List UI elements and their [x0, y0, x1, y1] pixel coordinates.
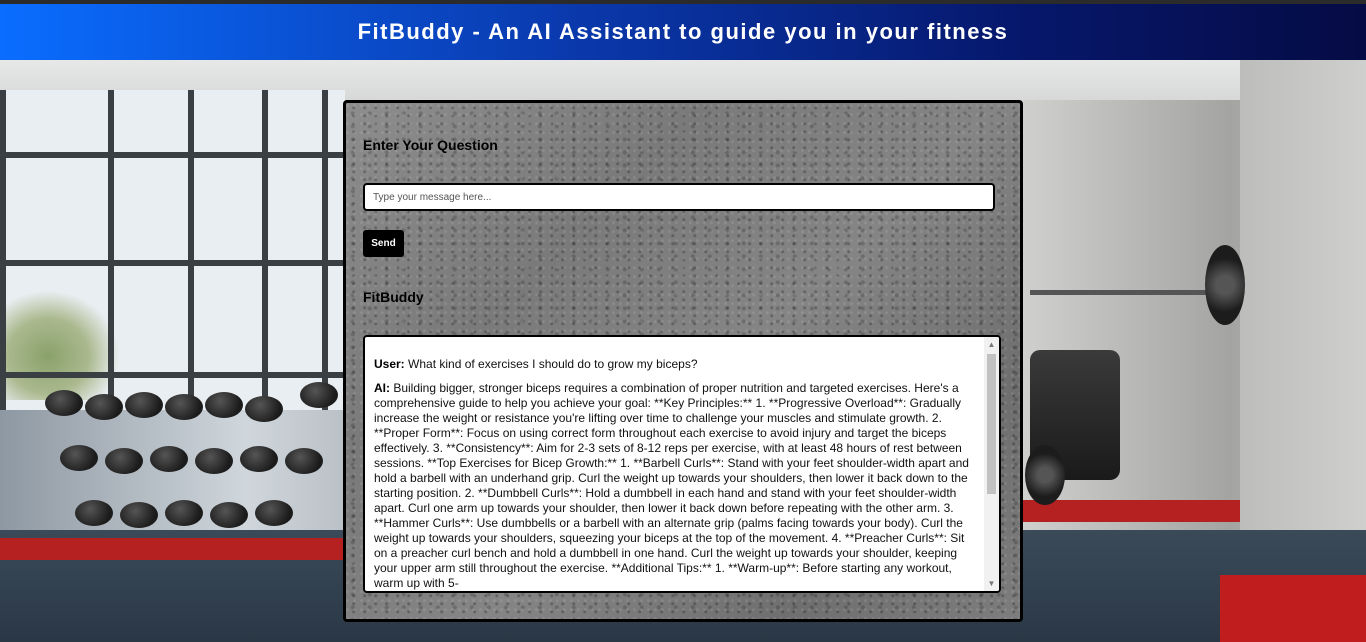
app-title: FitBuddy - An AI Assistant to guide you … [357, 19, 1009, 44]
ai-speaker-label: AI: [374, 381, 390, 395]
scroll-up-arrow-icon[interactable]: ▲ [984, 337, 999, 352]
user-speaker-label: User: [374, 357, 405, 371]
ai-message-text: Building bigger, stronger biceps require… [374, 381, 969, 590]
user-message-text: What kind of exercises I should do to gr… [404, 357, 698, 371]
message-input[interactable] [363, 183, 995, 211]
chat-scrollbar[interactable]: ▲ ▼ [984, 337, 999, 591]
chat-messages: User: What kind of exercises I should do… [374, 357, 980, 591]
scrollbar-thumb[interactable] [987, 354, 996, 494]
user-message: User: What kind of exercises I should do… [374, 357, 980, 372]
chat-history-box[interactable]: User: What kind of exercises I should do… [363, 335, 1001, 593]
app-header: FitBuddy - An AI Assistant to guide you … [0, 4, 1366, 60]
send-button[interactable]: Send [363, 230, 404, 257]
chat-panel: Enter Your Question Send FitBuddy User: … [343, 100, 1023, 622]
chat-title: FitBuddy [363, 289, 424, 305]
ai-message: AI: Building bigger, stronger biceps req… [374, 381, 980, 591]
scroll-down-arrow-icon[interactable]: ▼ [984, 576, 999, 591]
question-label: Enter Your Question [363, 137, 498, 153]
